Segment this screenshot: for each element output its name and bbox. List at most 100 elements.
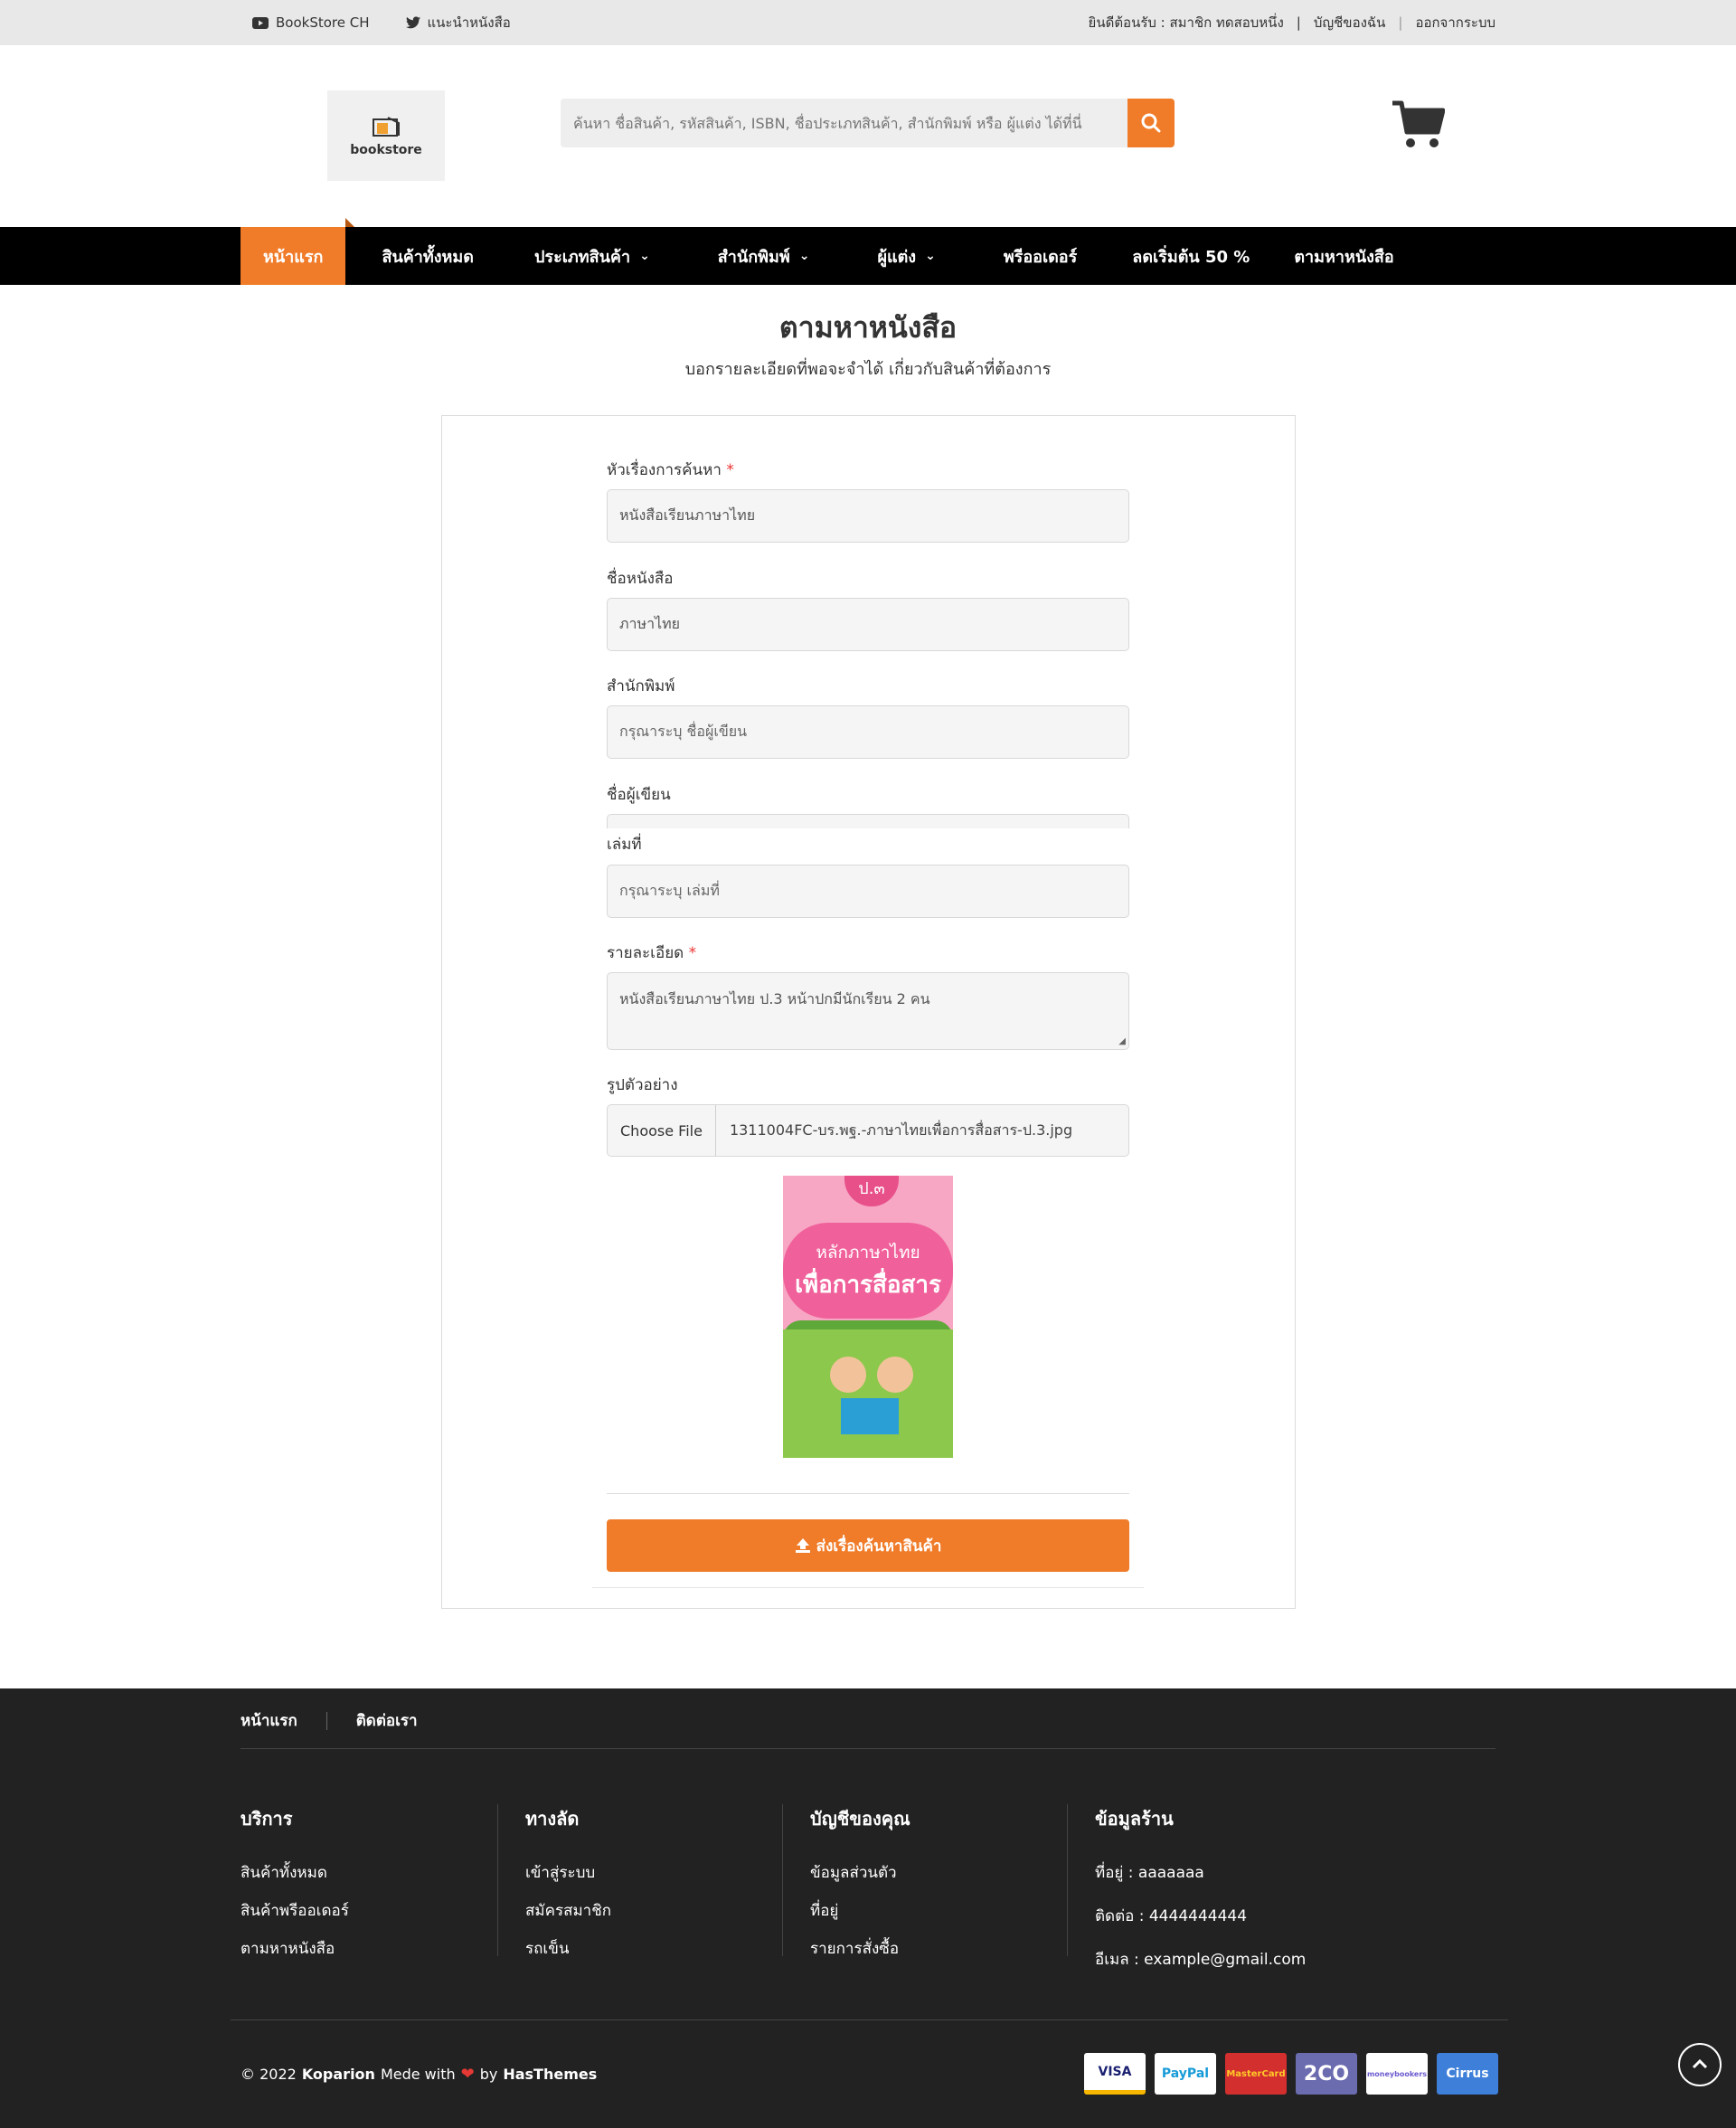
twitter-link[interactable]: แนะนำหนังสือ [405, 12, 511, 33]
footer-col-title: บัญชีของคุณ [810, 1808, 910, 1830]
heart-icon: ❤ [460, 2065, 475, 2084]
book-cover-preview: ป.๓ หลักภาษาไทย เพื่อการสื่อสาร [783, 1176, 953, 1458]
detail-label: รายละเอียด * [607, 944, 697, 962]
book-logo-icon [373, 117, 400, 137]
upload-icon [795, 1538, 810, 1553]
copyright-prefix: © 2022 [241, 2066, 297, 2083]
chevron-down-icon: ⌄ [639, 249, 650, 263]
cover-kid-girl [877, 1357, 913, 1393]
shop-address: ที่อยู่ : aaaaaaa [1095, 1864, 1204, 1882]
cart-icon [1392, 100, 1446, 147]
page-title: ตามหาหนังสือ [778, 310, 958, 345]
chevron-up-icon [1692, 2058, 1708, 2069]
bookname-label: ชื่อหนังสือ [607, 570, 674, 588]
footer-col-title: บริการ [241, 1808, 293, 1830]
required-mark: * [688, 944, 697, 962]
footer-col-shop-info: ข้อมูลร้าน ที่อยู่ : aaaaaaa ติดต่อ : 44… [1095, 1804, 1366, 1969]
nav-item-label: สินค้าทั้งหมด [382, 247, 474, 267]
search-button[interactable] [1127, 99, 1175, 147]
volume-field[interactable]: กรุณาระบุ เล่มที่ [607, 865, 1129, 918]
footer-link[interactable]: เข้าสู่ระบบ [525, 1860, 782, 1885]
nav-item-publishers[interactable]: สำนักพิมพ์ ⌄ [673, 227, 833, 285]
volume-label: เล่มที่ [607, 836, 642, 854]
youtube-label: BookStore CH [276, 14, 370, 31]
shop-email: อีเมล : example@gmail.com [1095, 1951, 1307, 1969]
search-bar [561, 99, 1175, 147]
cart-button[interactable] [1391, 99, 1446, 150]
visa-icon: VISA [1084, 2053, 1146, 2095]
chevron-down-icon: ⌄ [798, 249, 810, 263]
search-input[interactable] [561, 99, 1127, 147]
nav-item-authors[interactable]: ผู้แต่ง ⌄ [832, 227, 958, 285]
submit-search-button[interactable]: ส่งเรื่องค้นหาสินค้า [607, 1519, 1129, 1572]
site-logo[interactable]: bookstore [327, 90, 445, 181]
nav-item-label: ลดเริ่มต้น 50 % [1132, 247, 1250, 267]
footer-link[interactable]: สมัครสมาชิก [525, 1898, 782, 1923]
footer-link[interactable]: สินค้าพรีออเดอร์ [241, 1898, 497, 1923]
cover-grade: ป.๓ [844, 1176, 899, 1206]
choose-file-button[interactable]: Choose File [608, 1105, 716, 1156]
copyright-made: Mede with [380, 2066, 456, 2083]
main-nav: หน้าแรก สินค้าทั้งหมด ประเภทสินค้า ⌄ สำนั… [0, 218, 1736, 285]
footer-link[interactable]: ที่อยู่ [810, 1898, 1067, 1923]
shop-phone: ติดต่อ : 4444444444 [1095, 1907, 1248, 1925]
chevron-down-icon: ⌄ [925, 249, 936, 263]
cover-book [841, 1398, 899, 1434]
nav-item-all-products[interactable]: สินค้าทั้งหมด [345, 227, 496, 285]
submit-label: ส่งเรื่องค้นหาสินค้า [816, 1537, 942, 1556]
bookname-field[interactable]: ภาษาไทย [607, 598, 1129, 651]
footer-link[interactable]: สินค้าทั้งหมด [241, 1860, 497, 1885]
footer-link[interactable]: ข้อมูลส่วนตัว [810, 1860, 1067, 1885]
paypal-icon: PayPal [1155, 2053, 1216, 2095]
nav-item-find-book[interactable]: ตามหาหนังสือ [1272, 227, 1416, 285]
youtube-link[interactable]: BookStore CH [252, 14, 370, 31]
logout-link[interactable]: ออกจากระบบ [1415, 12, 1495, 33]
author-label: ชื่อผู้เขียน [607, 786, 671, 804]
twitter-icon [405, 16, 420, 29]
detail-textarea[interactable]: หนังสือเรียนภาษาไทย ป.3 หน้าปกมีนักเรียน… [607, 972, 1129, 1050]
footer: หน้าแรก ติดต่อเรา บริการ สินค้าทั้งหมด ส… [0, 1688, 1736, 2128]
bookname-value: ภาษาไทย [619, 615, 681, 632]
footer-col-shortcuts: ทางลัด เข้าสู่ระบบ สมัครสมาชิก รถเข็น [525, 1804, 783, 1958]
subject-label: หัวเรื่องการค้นหา * [607, 461, 734, 479]
nav-item-categories[interactable]: ประเภทสินค้า ⌄ [496, 227, 673, 285]
copyright-by: by [479, 2066, 498, 2083]
footer-divider [231, 2019, 1508, 2020]
image-label: รูปตัวอย่าง [607, 1076, 678, 1094]
form-divider [607, 1493, 1129, 1494]
footer-link[interactable]: รถเข็น [525, 1936, 782, 1961]
welcome-text: ยินดีต้อนรับ : สมาชิก ทดสอบหนึ่ง [1088, 14, 1284, 31]
mastercard-icon: MasterCard [1225, 2053, 1287, 2095]
footer-link-contact[interactable]: ติดต่อเรา [356, 1708, 418, 1733]
cover-grass [783, 1329, 953, 1458]
divider: | [1398, 14, 1403, 31]
file-input[interactable]: Choose File 1311004FC-บร.พฐ.-ภาษาไทยเพื่… [607, 1104, 1129, 1157]
nav-item-label: ประเภทสินค้า [533, 247, 631, 267]
footer-col-title: ข้อมูลร้าน [1095, 1808, 1174, 1830]
resize-grip-icon[interactable]: ◢ [1118, 1036, 1126, 1046]
nav-item-home[interactable]: หน้าแรก [241, 218, 355, 285]
author-field[interactable] [607, 814, 1129, 828]
youtube-icon [252, 16, 269, 29]
copyright: © 2022 Koparion Mede with ❤ by HasThemes [241, 2065, 597, 2084]
footer-link-home[interactable]: หน้าแรก [241, 1708, 297, 1733]
subject-field[interactable]: หนังสือเรียนภาษาไทย [607, 489, 1129, 543]
cirrus-icon: Cirrus [1437, 2053, 1498, 2095]
footer-link[interactable]: ตามหาหนังสือ [241, 1936, 497, 1961]
footer-link[interactable]: รายการสั่งซื้อ [810, 1936, 1067, 1961]
publisher-field[interactable]: กรุณาระบุ ชื่อผู้เขียน [607, 705, 1129, 759]
card-bottom-line [592, 1587, 1144, 1588]
cover-title-line1: หลักภาษาไทย [816, 1242, 920, 1263]
my-account-link[interactable]: บัญชีของฉัน [1314, 12, 1386, 33]
logo-text: bookstore [350, 143, 422, 157]
copyright-author[interactable]: HasThemes [503, 2066, 597, 2083]
nav-item-preorder[interactable]: พรีออเดอร์ [958, 227, 1099, 285]
cover-title-line2: เพื่อการสื่อสาร [795, 1271, 941, 1299]
publisher-label: สำนักพิมพ์ [607, 677, 675, 695]
footer-col-title: ทางลัด [525, 1808, 580, 1830]
nav-item-sale[interactable]: ลดเริ่มต้น 50 % [1099, 227, 1272, 285]
scroll-to-top-button[interactable] [1678, 2043, 1722, 2086]
publisher-placeholder: กรุณาระบุ ชื่อผู้เขียน [619, 723, 748, 740]
twitter-label: แนะนำหนังสือ [427, 14, 511, 31]
copyright-brand[interactable]: Koparion [302, 2066, 375, 2083]
